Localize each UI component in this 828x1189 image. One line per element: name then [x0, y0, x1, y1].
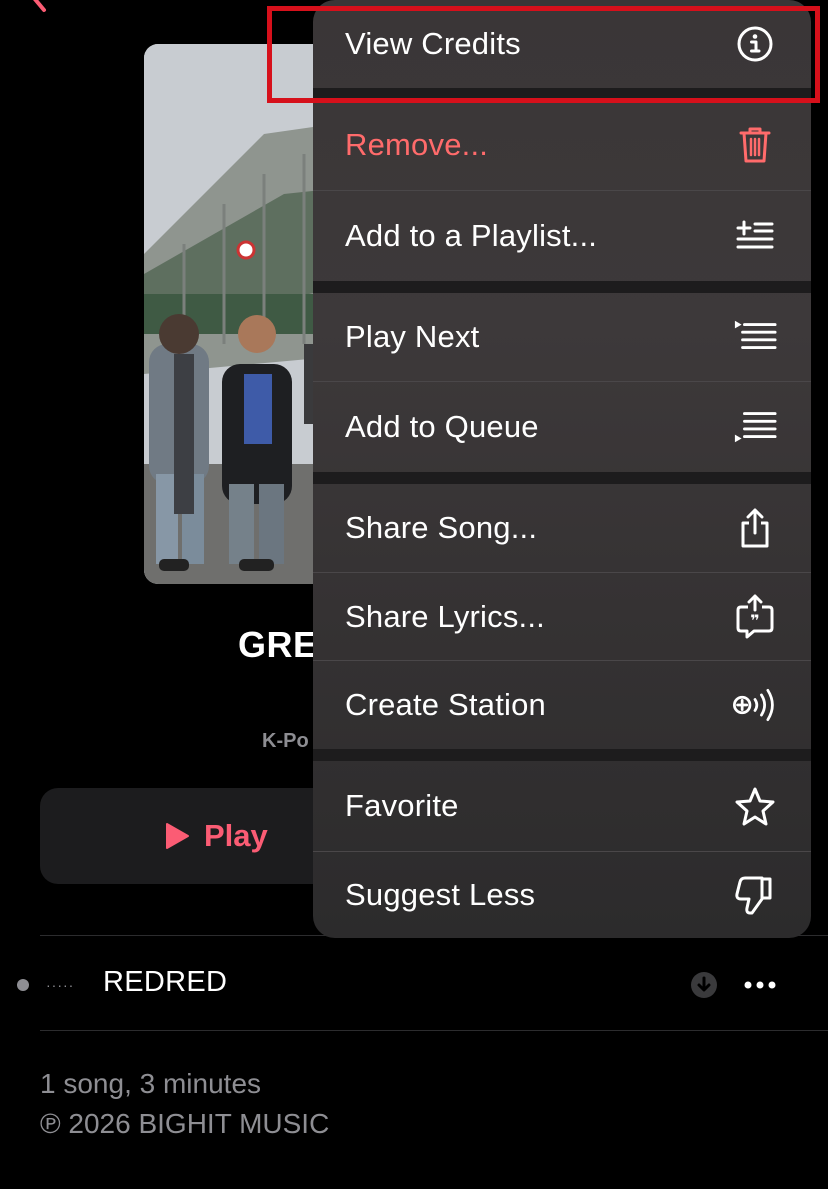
- copyright-text: ℗ 2026 BIGHIT MUSIC: [40, 1108, 330, 1139]
- trash-icon: [733, 123, 777, 167]
- track-title: REDRED: [103, 966, 228, 998]
- back-chevron-icon[interactable]: [24, 0, 54, 14]
- menu-item-play-next[interactable]: Play Next: [313, 293, 811, 381]
- menu-item-label: Create Station: [345, 687, 546, 722]
- menu-item-share-song[interactable]: Share Song...: [313, 484, 811, 572]
- menu-section-gap: [313, 749, 811, 761]
- info-circle-icon: [733, 22, 777, 66]
- create-station-icon: [733, 683, 777, 727]
- menu-item-favorite[interactable]: Favorite: [313, 761, 811, 851]
- menu-item-label: Remove...: [345, 127, 489, 162]
- menu-item-add-to-playlist[interactable]: Add to a Playlist...: [313, 191, 811, 281]
- menu-item-label: Add to Queue: [345, 409, 539, 444]
- track-row[interactable]: ····· REDRED: [0, 950, 828, 1020]
- menu-item-add-to-queue[interactable]: Add to Queue: [313, 382, 811, 472]
- share-lyrics-icon: ❞: [733, 594, 777, 639]
- menu-item-view-credits[interactable]: View Credits: [313, 0, 811, 88]
- menu-item-share-lyrics[interactable]: Share Lyrics... ❞: [313, 573, 811, 660]
- menu-item-label: Share Song...: [345, 510, 538, 545]
- play-icon: [166, 823, 189, 849]
- downloaded-icon: [691, 972, 717, 998]
- menu-item-label: Play Next: [345, 319, 480, 354]
- track-waveform-icon: ·····: [46, 977, 75, 993]
- menu-item-label: Share Lyrics...: [345, 598, 545, 634]
- menu-section-gap: [313, 281, 811, 293]
- menu-section-gap: [313, 88, 811, 100]
- album-summary: 1 song, 3 minutes: [40, 1068, 262, 1099]
- share-icon: [733, 506, 777, 550]
- track-status-dot: [17, 979, 29, 991]
- menu-section-gap: [313, 472, 811, 484]
- menu-item-create-station[interactable]: Create Station: [313, 661, 811, 749]
- context-menu: View Credits Remove... Add to a Playlist…: [313, 0, 811, 938]
- menu-item-label: Favorite: [345, 788, 459, 823]
- star-icon: [733, 784, 777, 828]
- play-next-icon: [733, 315, 777, 359]
- album-genre[interactable]: K-Po: [262, 730, 309, 753]
- add-to-playlist-icon: [733, 214, 777, 258]
- menu-item-remove[interactable]: Remove...: [313, 100, 811, 190]
- svg-text:❞: ❞: [750, 611, 759, 630]
- album-page: GRE K-Po Play ····· REDRED 1 song, 3 min…: [0, 0, 828, 1189]
- menu-item-label: View Credits: [345, 26, 521, 61]
- menu-item-suggest-less[interactable]: Suggest Less: [313, 852, 811, 938]
- add-to-queue-icon: [733, 405, 777, 449]
- play-button-label: Play: [204, 818, 268, 853]
- thumbs-down-icon: [733, 873, 777, 917]
- more-options-icon[interactable]: [742, 970, 778, 1000]
- menu-item-label: Add to a Playlist...: [345, 218, 598, 253]
- album-title: GRE: [238, 624, 318, 665]
- divider: [40, 1030, 828, 1031]
- menu-item-label: Suggest Less: [345, 877, 536, 912]
